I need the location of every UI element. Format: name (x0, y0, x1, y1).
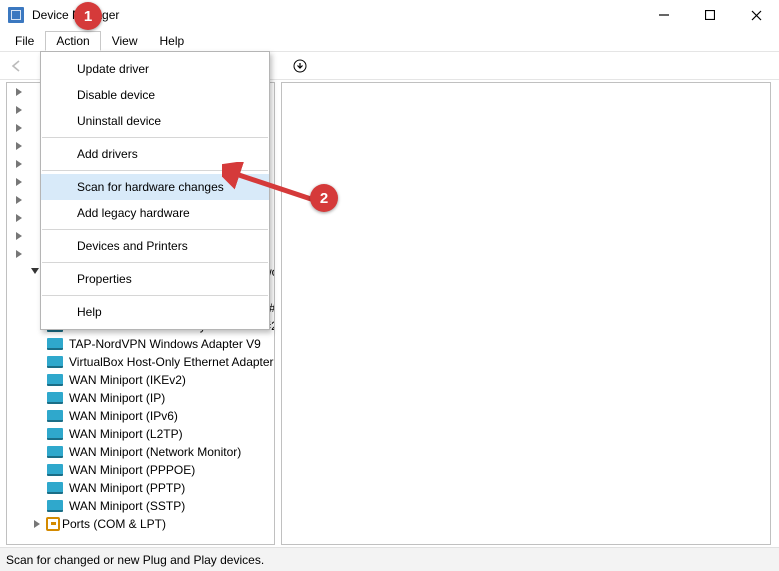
tree-ports-category[interactable]: Ports (COM & LPT) (7, 515, 274, 533)
expander-icon (13, 231, 24, 242)
tree-device[interactable]: WAN Miniport (SSTP) (7, 497, 274, 515)
close-button[interactable] (733, 0, 779, 30)
menu-item-properties[interactable]: Properties (41, 266, 269, 292)
network-adapter-icon (47, 374, 63, 386)
network-adapter-icon (47, 464, 63, 476)
device-label: TAP-NordVPN Windows Adapter V9 (69, 337, 261, 351)
device-label: WAN Miniport (PPPOE) (69, 463, 195, 477)
status-bar: Scan for changed or new Plug and Play de… (0, 547, 779, 571)
tree-device[interactable]: VirtualBox Host-Only Ethernet Adapter (7, 353, 274, 371)
network-adapter-icon (47, 482, 63, 494)
app-icon (8, 7, 24, 23)
expander-icon (13, 123, 24, 134)
network-adapter-icon (47, 392, 63, 404)
category-label: Ports (COM & LPT) (60, 517, 166, 531)
annotation-arrow (222, 162, 322, 210)
details-panel (281, 82, 771, 545)
menu-item-devices-printers[interactable]: Devices and Printers (41, 233, 269, 259)
menu-item-uninstall-device[interactable]: Uninstall device (41, 108, 269, 134)
menu-separator (42, 262, 268, 263)
tree-device[interactable]: WAN Miniport (Network Monitor) (7, 443, 274, 461)
menu-bar: File Action View Help (0, 30, 779, 52)
tree-device[interactable]: WAN Miniport (PPTP) (7, 479, 274, 497)
ports-icon (46, 517, 60, 531)
menu-help[interactable]: Help (149, 31, 196, 51)
network-adapter-icon (47, 410, 63, 422)
device-label: WAN Miniport (IKEv2) (69, 373, 186, 387)
device-label: WAN Miniport (PPTP) (69, 481, 185, 495)
device-label: VirtualBox Host-Only Ethernet Adapter (69, 355, 274, 369)
menu-separator (42, 295, 268, 296)
expander-icon (13, 213, 24, 224)
minimize-button[interactable] (641, 0, 687, 30)
device-label: WAN Miniport (IPv6) (69, 409, 178, 423)
annotation-callout-2: 2 (310, 184, 338, 212)
title-bar: Device Manager (0, 0, 779, 30)
tree-device[interactable]: TAP-NordVPN Windows Adapter V9 (7, 335, 274, 353)
expander-icon (13, 177, 24, 188)
device-label: WAN Miniport (L2TP) (69, 427, 183, 441)
status-text: Scan for changed or new Plug and Play de… (6, 553, 264, 567)
device-label: WAN Miniport (SSTP) (69, 499, 185, 513)
expander-icon (13, 87, 24, 98)
menu-item-update-driver[interactable]: Update driver (41, 56, 269, 82)
network-adapter-icon (47, 356, 63, 368)
expander-icon (13, 195, 24, 206)
maximize-button[interactable] (687, 0, 733, 30)
expander-icon (13, 105, 24, 116)
expander-icon (13, 249, 24, 260)
scan-hardware-button[interactable] (287, 55, 313, 77)
expander-icon (13, 159, 24, 170)
expander-open-icon (31, 266, 39, 277)
window-controls (641, 0, 779, 30)
tree-device[interactable]: WAN Miniport (IKEv2) (7, 371, 274, 389)
tree-device[interactable]: WAN Miniport (L2TP) (7, 425, 274, 443)
device-label: WAN Miniport (IP) (69, 391, 165, 405)
network-adapter-icon (47, 428, 63, 440)
network-adapter-icon (47, 500, 63, 512)
annotation-callout-1: 1 (74, 2, 102, 30)
tree-device[interactable]: WAN Miniport (IPv6) (7, 407, 274, 425)
menu-item-help[interactable]: Help (41, 299, 269, 325)
menu-separator (42, 137, 268, 138)
menu-action[interactable]: Action (45, 31, 100, 51)
tree-device[interactable]: WAN Miniport (IP) (7, 389, 274, 407)
network-adapter-icon (47, 338, 63, 350)
tree-device[interactable]: WAN Miniport (PPPOE) (7, 461, 274, 479)
menu-separator (42, 229, 268, 230)
menu-view[interactable]: View (101, 31, 149, 51)
expander-icon (31, 519, 42, 530)
menu-file[interactable]: File (4, 31, 45, 51)
back-button[interactable] (4, 55, 30, 77)
network-adapter-icon (47, 446, 63, 458)
menu-item-disable-device[interactable]: Disable device (41, 82, 269, 108)
expander-icon (13, 141, 24, 152)
device-label: WAN Miniport (Network Monitor) (69, 445, 241, 459)
